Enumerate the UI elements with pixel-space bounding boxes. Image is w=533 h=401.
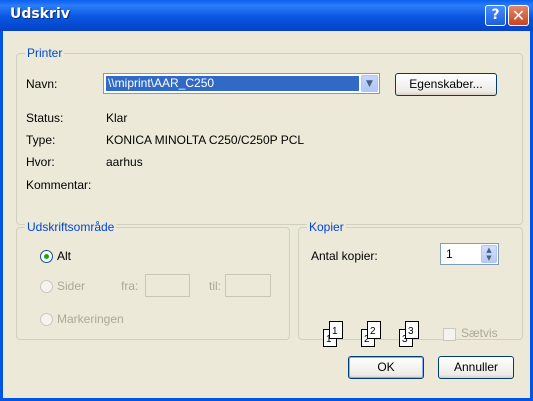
printer-group-legend: Printer bbox=[25, 46, 65, 60]
print-range-legend: Udskriftsområde bbox=[25, 220, 117, 234]
title-bar[interactable]: Udskriv ? ✕ bbox=[0, 0, 533, 31]
range-pages-radio[interactable] bbox=[40, 280, 53, 293]
properties-button[interactable]: Egenskaber... bbox=[395, 73, 497, 96]
collate-label[interactable]: Sætvis bbox=[461, 326, 498, 340]
range-selection-label[interactable]: Markeringen bbox=[57, 312, 124, 326]
comment-label: Kommentar: bbox=[26, 178, 92, 192]
printer-name-dropdown[interactable]: \\miprint\AAR_C250 ▼ bbox=[103, 73, 380, 94]
window-title: Udskriv bbox=[10, 6, 70, 22]
where-label: Hvor: bbox=[26, 155, 55, 169]
printer-name-value: \\miprint\AAR_C250 bbox=[106, 76, 359, 91]
collate-checkbox[interactable] bbox=[443, 328, 456, 341]
status-value: Klar bbox=[106, 111, 128, 125]
range-to-label: til: bbox=[209, 279, 221, 293]
dialog-client-area: Printer Navn: \\miprint\AAR_C250 ▼ Egens… bbox=[3, 31, 530, 398]
range-selection-radio[interactable] bbox=[40, 313, 53, 326]
collate-page-1-front: 1 bbox=[329, 321, 343, 339]
copies-legend: Kopier bbox=[307, 220, 346, 234]
copies-count-label: Antal kopier: bbox=[311, 249, 378, 263]
range-pages-label[interactable]: Sider bbox=[57, 279, 85, 293]
where-value: aarhus bbox=[106, 155, 143, 169]
spin-arrows-icon[interactable]: ▲ ▼ bbox=[481, 245, 497, 263]
type-label: Type: bbox=[26, 133, 56, 147]
cancel-button[interactable]: Annuller bbox=[438, 356, 514, 379]
range-to-input[interactable] bbox=[225, 274, 271, 297]
print-dialog: Udskriv ? ✕ Printer Navn: \\miprint\AAR_… bbox=[0, 0, 533, 401]
copies-count-value: 1 bbox=[446, 247, 453, 261]
ok-button[interactable]: OK bbox=[348, 356, 424, 379]
range-from-input[interactable] bbox=[145, 274, 190, 297]
copies-count-spinner[interactable]: 1 ▲ ▼ bbox=[440, 243, 499, 265]
type-value: KONICA MINOLTA C250/C250P PCL bbox=[106, 133, 305, 147]
close-icon[interactable]: ✕ bbox=[508, 5, 529, 26]
collate-page-2-front: 2 bbox=[367, 321, 381, 339]
printer-name-label: Navn: bbox=[26, 77, 58, 91]
range-all-label[interactable]: Alt bbox=[57, 249, 71, 263]
range-all-radio[interactable] bbox=[40, 250, 53, 263]
chevron-down-icon[interactable]: ▼ bbox=[361, 75, 378, 92]
collate-page-3-front: 3 bbox=[405, 321, 419, 339]
range-from-label: fra: bbox=[121, 279, 139, 293]
help-icon[interactable]: ? bbox=[485, 5, 506, 26]
collate-pages-icon: 1 1 2 2 3 3 bbox=[315, 315, 435, 355]
status-label: Status: bbox=[26, 111, 64, 125]
